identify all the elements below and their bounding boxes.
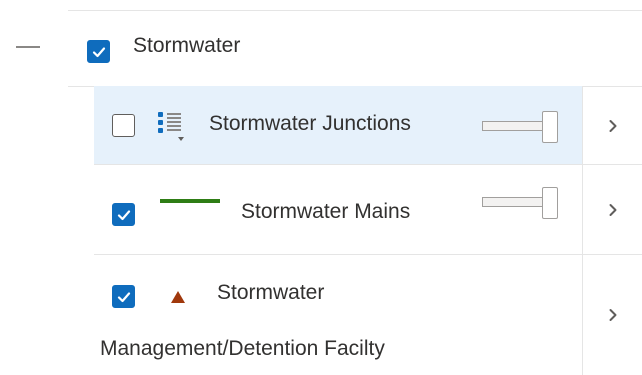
- chevron-right-icon: [609, 309, 616, 321]
- checkmark-icon: [92, 46, 105, 57]
- checkmark-icon: [117, 291, 130, 302]
- layer-checkbox[interactable]: [112, 114, 135, 137]
- list-icon: [158, 112, 184, 141]
- layer-checkbox[interactable]: [112, 203, 135, 226]
- collapse-icon[interactable]: [16, 46, 40, 48]
- layer-checkbox[interactable]: [112, 285, 135, 308]
- transparency-slider[interactable]: [482, 111, 562, 143]
- layer-label: Stormwater Mains: [241, 200, 411, 223]
- layer-row-stormwater-junctions[interactable]: Stormwater Junctions: [94, 86, 582, 164]
- expand-layer-button[interactable]: [582, 86, 642, 164]
- group-label: Stormwater: [133, 34, 241, 57]
- slider-thumb[interactable]: [542, 187, 558, 219]
- chevron-right-icon: [609, 203, 616, 216]
- slider-track: [482, 121, 544, 131]
- layer-label-line2: Management/Detention Facilty: [100, 337, 385, 360]
- triangle-icon: [171, 291, 185, 303]
- slider-track: [482, 197, 544, 207]
- layer-row-stormwater-management[interactable]: Stormwater Management/Detention Facilty: [94, 254, 582, 375]
- expand-layer-button[interactable]: [582, 254, 642, 375]
- line-symbol-icon: [160, 199, 220, 203]
- chevron-right-icon: [609, 119, 616, 132]
- checkmark-icon: [117, 209, 130, 220]
- layer-group-stormwater: Stormwater: [0, 12, 642, 86]
- expand-layer-button[interactable]: [582, 164, 642, 254]
- group-checkbox[interactable]: [87, 40, 110, 63]
- layer-row-stormwater-mains[interactable]: Stormwater Mains: [94, 164, 582, 254]
- top-divider: [68, 10, 642, 11]
- slider-thumb[interactable]: [542, 111, 558, 143]
- layer-label-line1: Stormwater: [217, 281, 325, 304]
- transparency-slider[interactable]: [482, 187, 562, 219]
- row-divider: [68, 86, 94, 87]
- layer-label: Stormwater Junctions: [209, 112, 411, 135]
